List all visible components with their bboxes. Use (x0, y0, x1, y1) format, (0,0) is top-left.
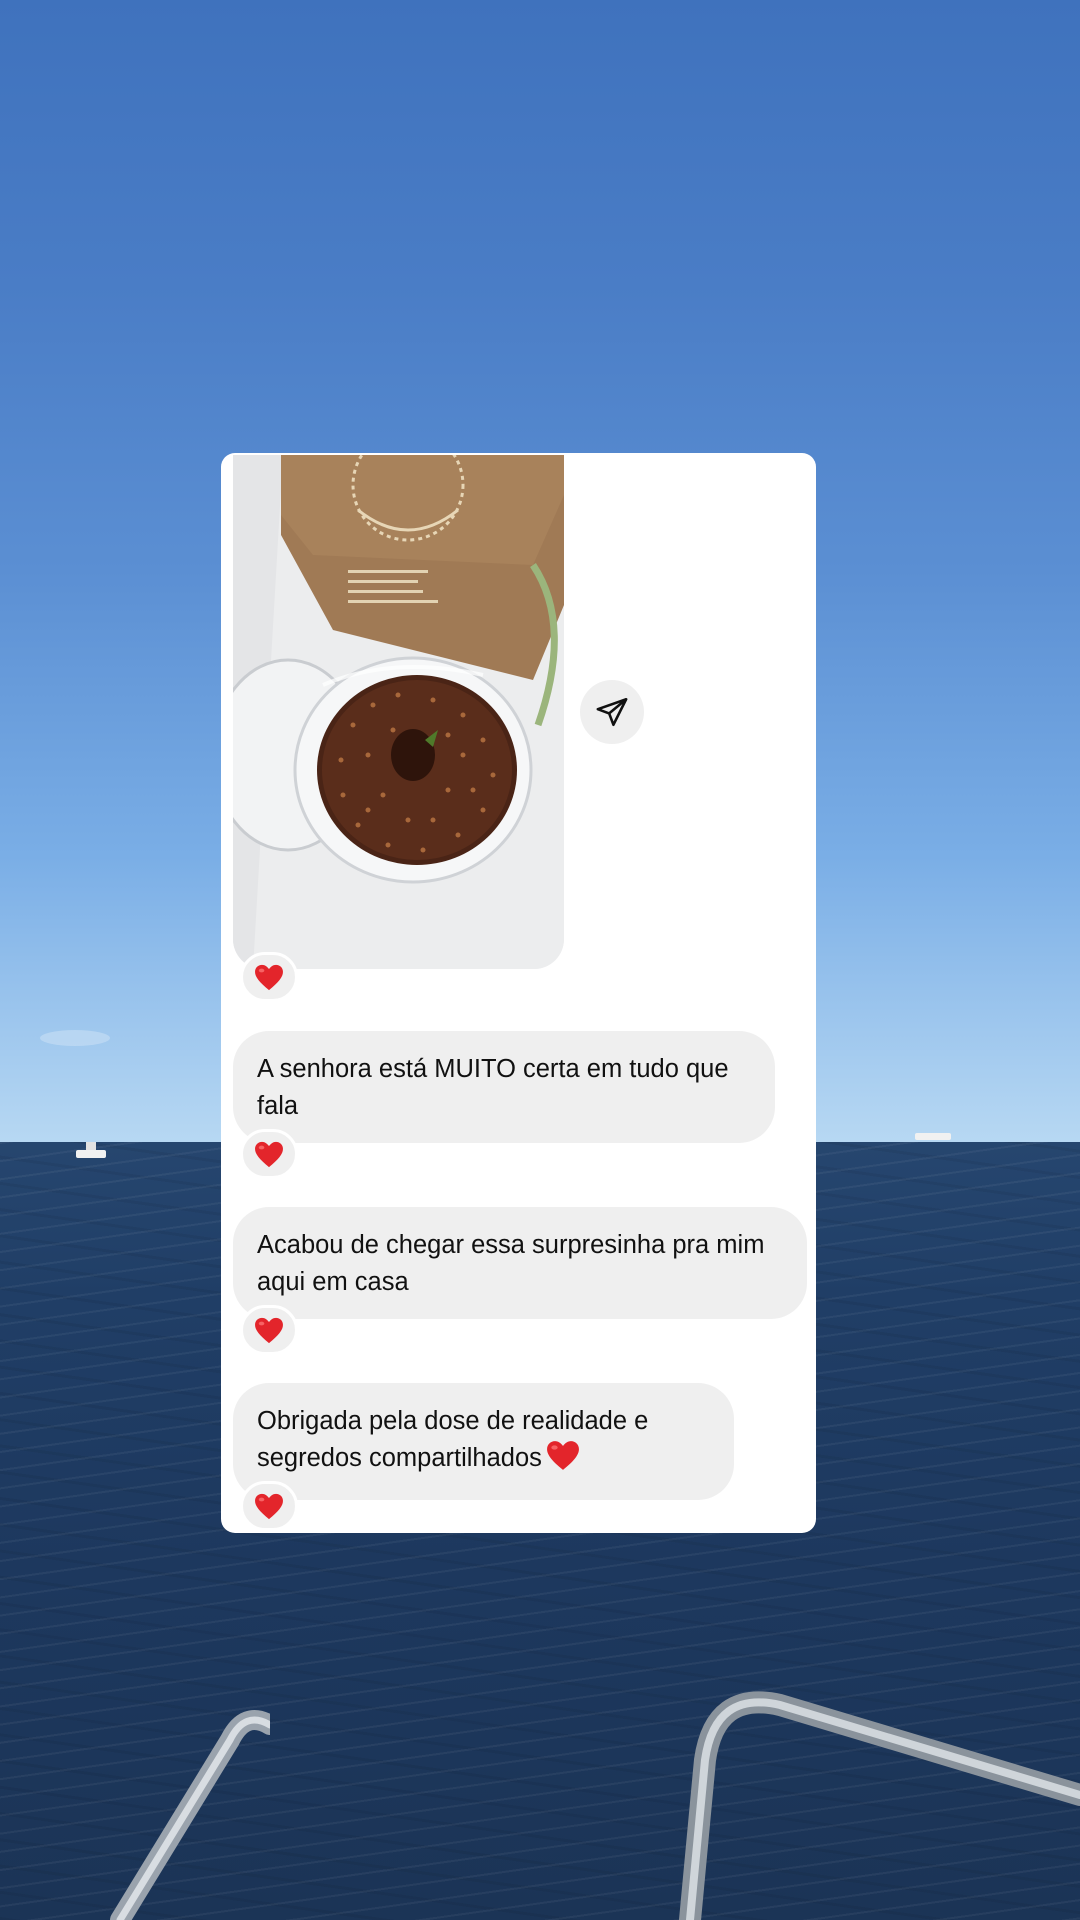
photo-reaction[interactable] (240, 952, 298, 1002)
red-heart-icon (255, 1141, 283, 1167)
dm-screenshot-card: A senhora está MUITO certa em tudo que f… (221, 453, 816, 1533)
cloud (40, 1030, 110, 1046)
message-text: Acabou de chegar essa surpresinha pra mi… (257, 1231, 765, 1296)
share-button[interactable] (580, 680, 644, 744)
red-heart-icon (255, 1317, 283, 1343)
distant-boat-left (76, 1142, 106, 1158)
shared-cake-photo[interactable] (233, 455, 564, 969)
message-text: Obrigada pela dose de realidade e segred… (257, 1407, 649, 1472)
message-bubble[interactable]: Obrigada pela dose de realidade e segred… (233, 1383, 734, 1500)
story-screen: A senhora está MUITO certa em tudo que f… (0, 0, 1080, 1920)
message-text: A senhora está MUITO certa em tudo que f… (257, 1055, 729, 1120)
message-reaction[interactable] (240, 1305, 298, 1355)
distant-boat-right (915, 1133, 951, 1140)
red-heart-icon (255, 964, 283, 990)
red-heart-icon (255, 1493, 283, 1519)
cake-photo-illustration (233, 455, 564, 969)
message-reaction[interactable] (240, 1129, 298, 1179)
red-heart-emoji (546, 1440, 580, 1482)
paper-plane-icon (596, 697, 628, 727)
message-bubble[interactable]: Acabou de chegar essa surpresinha pra mi… (233, 1207, 807, 1319)
message-reaction[interactable] (240, 1481, 298, 1531)
message-bubble[interactable]: A senhora está MUITO certa em tudo que f… (233, 1031, 775, 1143)
